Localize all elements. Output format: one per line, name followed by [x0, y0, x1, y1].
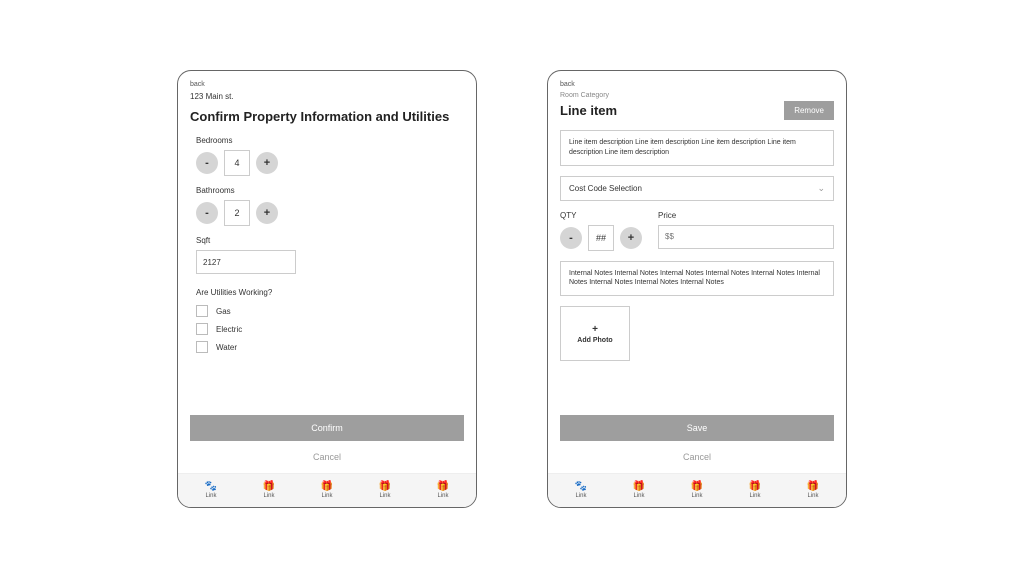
tab-item-4[interactable]: 🎁 Link: [784, 482, 842, 499]
gas-label: Gas: [216, 307, 231, 316]
bathrooms-label: Bathrooms: [196, 186, 464, 195]
bathrooms-decrement[interactable]: -: [196, 202, 218, 224]
utility-row-water: Water: [190, 341, 464, 353]
cancel-button[interactable]: Cancel: [190, 447, 464, 467]
qty-field: QTY - ## +: [560, 211, 642, 251]
qty-value[interactable]: ##: [588, 225, 614, 251]
gift-icon: 🎁: [633, 482, 645, 492]
tab-label: Link: [437, 493, 448, 499]
back-link[interactable]: back: [560, 81, 575, 88]
utilities-question: Are Utilities Working?: [190, 288, 464, 297]
confirm-button[interactable]: Confirm: [190, 415, 464, 441]
tab-bar: 🐾 Link 🎁 Link 🎁 Link 🎁 Link 🎁 Link: [178, 473, 476, 507]
tab-label: Link: [691, 493, 702, 499]
bedrooms-value[interactable]: 4: [224, 150, 250, 176]
qty-label: QTY: [560, 211, 642, 220]
bathrooms-field: Bathrooms - 2 +: [190, 186, 464, 226]
bedrooms-stepper: - 4 +: [196, 150, 464, 176]
bathrooms-increment[interactable]: +: [256, 202, 278, 224]
description-box[interactable]: Line item description Line item descript…: [560, 130, 834, 166]
line-item-frame: back Room Category Line item Remove Line…: [547, 70, 847, 508]
tab-item-2[interactable]: 🎁 Link: [298, 482, 356, 499]
chevron-down-icon: ⌄: [817, 183, 825, 194]
sqft-input[interactable]: [196, 250, 296, 274]
property-address: 123 Main st.: [190, 92, 464, 101]
cost-code-select[interactable]: Cost Code Selection ⌄: [560, 176, 834, 201]
page-title: Confirm Property Information and Utiliti…: [190, 109, 464, 124]
tab-item-3[interactable]: 🎁 Link: [356, 482, 414, 499]
frame-body: back Room Category Line item Remove Line…: [548, 71, 846, 473]
tab-label: Link: [749, 493, 760, 499]
internal-notes-box[interactable]: Internal Notes Internal Notes Internal N…: [560, 261, 834, 297]
tab-label: Link: [575, 493, 586, 499]
gift-icon: 🎁: [379, 482, 391, 492]
tab-item-4[interactable]: 🎁 Link: [414, 482, 472, 499]
frame-body: back 123 Main st. Confirm Property Infor…: [178, 71, 476, 473]
qty-decrement[interactable]: -: [560, 227, 582, 249]
gift-icon: 🎁: [437, 482, 449, 492]
bedrooms-label: Bedrooms: [196, 136, 464, 145]
tab-bar: 🐾 Link 🎁 Link 🎁 Link 🎁 Link 🎁 Link: [548, 473, 846, 507]
gift-icon: 🎁: [749, 482, 761, 492]
back-link[interactable]: back: [190, 81, 205, 88]
paw-icon: 🐾: [575, 482, 587, 492]
add-photo-button[interactable]: + Add Photo: [560, 306, 630, 361]
save-button[interactable]: Save: [560, 415, 834, 441]
sqft-label: Sqft: [196, 236, 464, 245]
sqft-field: Sqft: [190, 236, 464, 274]
add-photo-label: Add Photo: [577, 337, 612, 344]
tab-item-3[interactable]: 🎁 Link: [726, 482, 784, 499]
tab-label: Link: [205, 493, 216, 499]
page-title: Line item: [560, 103, 617, 118]
tab-label: Link: [379, 493, 390, 499]
room-category: Room Category: [560, 92, 834, 99]
bathrooms-value[interactable]: 2: [224, 200, 250, 226]
cancel-button[interactable]: Cancel: [560, 447, 834, 467]
bathrooms-stepper: - 2 +: [196, 200, 464, 226]
utility-row-gas: Gas: [190, 305, 464, 317]
price-input[interactable]: [658, 225, 834, 249]
tab-label: Link: [807, 493, 818, 499]
gift-icon: 🎁: [691, 482, 703, 492]
gift-icon: 🎁: [321, 482, 333, 492]
tab-label: Link: [633, 493, 644, 499]
tab-item-0[interactable]: 🐾 Link: [552, 482, 610, 499]
price-label: Price: [658, 211, 834, 220]
tab-label: Link: [263, 493, 274, 499]
tab-item-2[interactable]: 🎁 Link: [668, 482, 726, 499]
price-field: Price: [658, 211, 834, 251]
paw-icon: 🐾: [205, 482, 217, 492]
electric-checkbox[interactable]: [196, 323, 208, 335]
bedrooms-decrement[interactable]: -: [196, 152, 218, 174]
tab-item-0[interactable]: 🐾 Link: [182, 482, 240, 499]
tab-label: Link: [321, 493, 332, 499]
cost-code-label: Cost Code Selection: [569, 184, 642, 193]
utility-row-electric: Electric: [190, 323, 464, 335]
title-row: Line item Remove: [560, 101, 834, 120]
qty-increment[interactable]: +: [620, 227, 642, 249]
plus-icon: +: [592, 324, 598, 335]
qty-price-row: QTY - ## + Price: [560, 211, 834, 251]
qty-stepper: - ## +: [560, 225, 642, 251]
water-checkbox[interactable]: [196, 341, 208, 353]
water-label: Water: [216, 343, 237, 352]
bedrooms-field: Bedrooms - 4 +: [190, 136, 464, 176]
remove-button[interactable]: Remove: [784, 101, 834, 120]
gift-icon: 🎁: [263, 482, 275, 492]
electric-label: Electric: [216, 325, 242, 334]
tab-item-1[interactable]: 🎁 Link: [240, 482, 298, 499]
property-confirm-frame: back 123 Main st. Confirm Property Infor…: [177, 70, 477, 508]
gas-checkbox[interactable]: [196, 305, 208, 317]
gift-icon: 🎁: [807, 482, 819, 492]
bedrooms-increment[interactable]: +: [256, 152, 278, 174]
tab-item-1[interactable]: 🎁 Link: [610, 482, 668, 499]
